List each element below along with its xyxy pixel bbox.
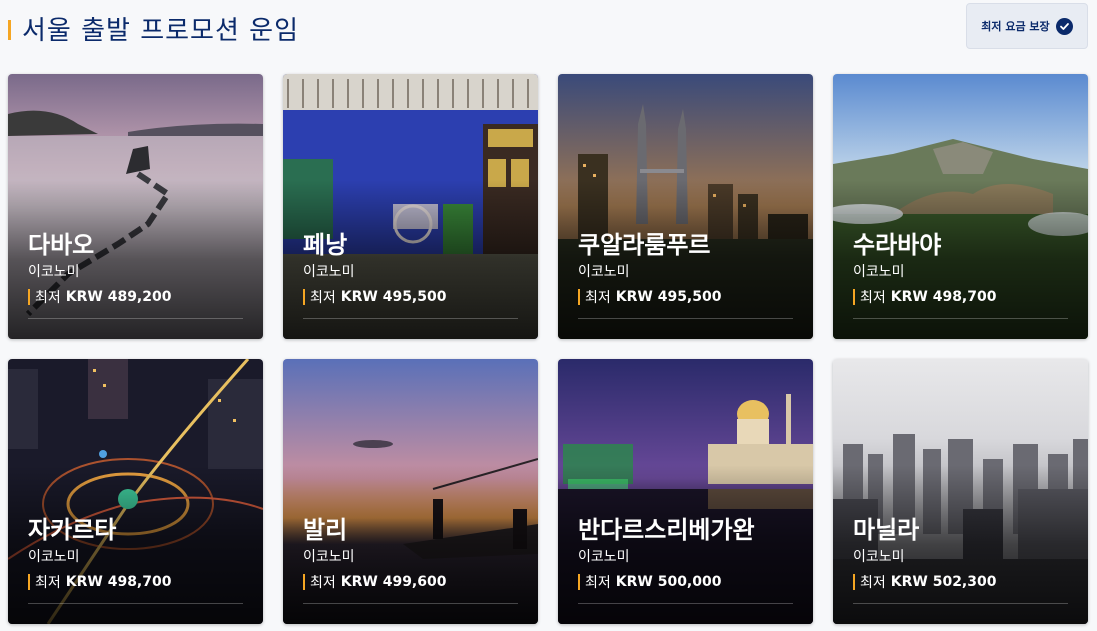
title-accent-bar (8, 20, 11, 40)
price-prefix: 최저 (310, 290, 336, 306)
cabin-class: 이코노미 (853, 264, 905, 280)
cabin-class: 이코노미 (578, 549, 630, 565)
check-circle-icon (1055, 17, 1073, 35)
price-accent-bar (28, 574, 30, 590)
cabin-class: 이코노미 (853, 549, 905, 565)
price-row: 최저 KRW 500,000 (578, 572, 793, 592)
fare-price: KRW 495,500 (340, 289, 447, 305)
cabin-class: 이코노미 (303, 549, 355, 565)
card-divider (303, 318, 518, 319)
destination-card-penang[interactable]: 페낭 이코노미 최저 KRW 495,500 (283, 74, 538, 339)
cabin-class: 이코노미 (303, 264, 355, 280)
fare-price: KRW 502,300 (890, 574, 997, 590)
price-row: 최저 KRW 498,700 (28, 572, 243, 592)
price-row: 최저 KRW 495,500 (578, 287, 793, 307)
destination-card-davao[interactable]: 다바오 이코노미 최저 KRW 489,200 (8, 74, 263, 339)
cabin-class: 이코노미 (28, 264, 80, 280)
destination-card-kuala-lumpur[interactable]: 쿠알라룸푸르 이코노미 최저 KRW 495,500 (558, 74, 813, 339)
fare-price: KRW 500,000 (615, 574, 722, 590)
price-row: 최저 KRW 499,600 (303, 572, 518, 592)
lowest-fare-guarantee-button[interactable]: 최저 요금 보장 (966, 3, 1088, 49)
destination-card-bandar-seri-begawan[interactable]: 반다르스리베가완 이코노미 최저 KRW 500,000 (558, 359, 813, 624)
destination-card-bali[interactable]: 발리 이코노미 최저 KRW 499,600 (283, 359, 538, 624)
card-divider (578, 318, 793, 319)
price-row: 최저 KRW 502,300 (853, 572, 1068, 592)
card-divider (853, 603, 1068, 604)
price-prefix: 최저 (585, 575, 611, 591)
destination-card-surabaya[interactable]: 수라바야 이코노미 최저 KRW 498,700 (833, 74, 1088, 339)
price-accent-bar (853, 574, 855, 590)
price-accent-bar (28, 289, 30, 305)
fare-price: KRW 495,500 (615, 289, 722, 305)
price-prefix: 최저 (860, 575, 886, 591)
card-divider (578, 603, 793, 604)
price-accent-bar (303, 574, 305, 590)
cabin-class: 이코노미 (28, 549, 80, 565)
city-name: 페낭 (303, 231, 348, 259)
guarantee-label: 최저 요금 보장 (981, 20, 1050, 33)
destination-card-jakarta[interactable]: 자카르타 이코노미 최저 KRW 498,700 (8, 359, 263, 624)
city-name: 발리 (303, 516, 348, 544)
city-name: 수라바야 (853, 231, 942, 259)
fare-price: KRW 498,700 (890, 289, 997, 305)
card-divider (28, 318, 243, 319)
card-divider (853, 318, 1068, 319)
price-row: 최저 KRW 498,700 (853, 287, 1068, 307)
card-divider (28, 603, 243, 604)
price-accent-bar (303, 289, 305, 305)
fare-price: KRW 498,700 (65, 574, 172, 590)
price-prefix: 최저 (585, 290, 611, 306)
price-row: 최저 KRW 495,500 (303, 287, 518, 307)
price-accent-bar (578, 289, 580, 305)
price-prefix: 최저 (35, 575, 61, 591)
price-accent-bar (578, 574, 580, 590)
city-name: 마닐라 (853, 516, 920, 544)
fare-price: KRW 499,600 (340, 574, 447, 590)
price-prefix: 최저 (860, 290, 886, 306)
price-row: 최저 KRW 489,200 (28, 287, 243, 307)
city-name: 다바오 (28, 231, 95, 259)
page-header: 서울 출발 프로모션 운임 최저 요금 보장 (0, 0, 1097, 60)
city-name: 쿠알라룸푸르 (578, 231, 711, 259)
page-title: 서울 출발 프로모션 운임 (22, 16, 299, 46)
price-prefix: 최저 (310, 575, 336, 591)
city-name: 반다르스리베가완 (578, 516, 755, 544)
fare-price: KRW 489,200 (65, 289, 172, 305)
price-prefix: 최저 (35, 290, 61, 306)
cabin-class: 이코노미 (578, 264, 630, 280)
price-accent-bar (853, 289, 855, 305)
city-name: 자카르타 (28, 516, 117, 544)
card-divider (303, 603, 518, 604)
destination-card-manila[interactable]: 마닐라 이코노미 최저 KRW 502,300 (833, 359, 1088, 624)
